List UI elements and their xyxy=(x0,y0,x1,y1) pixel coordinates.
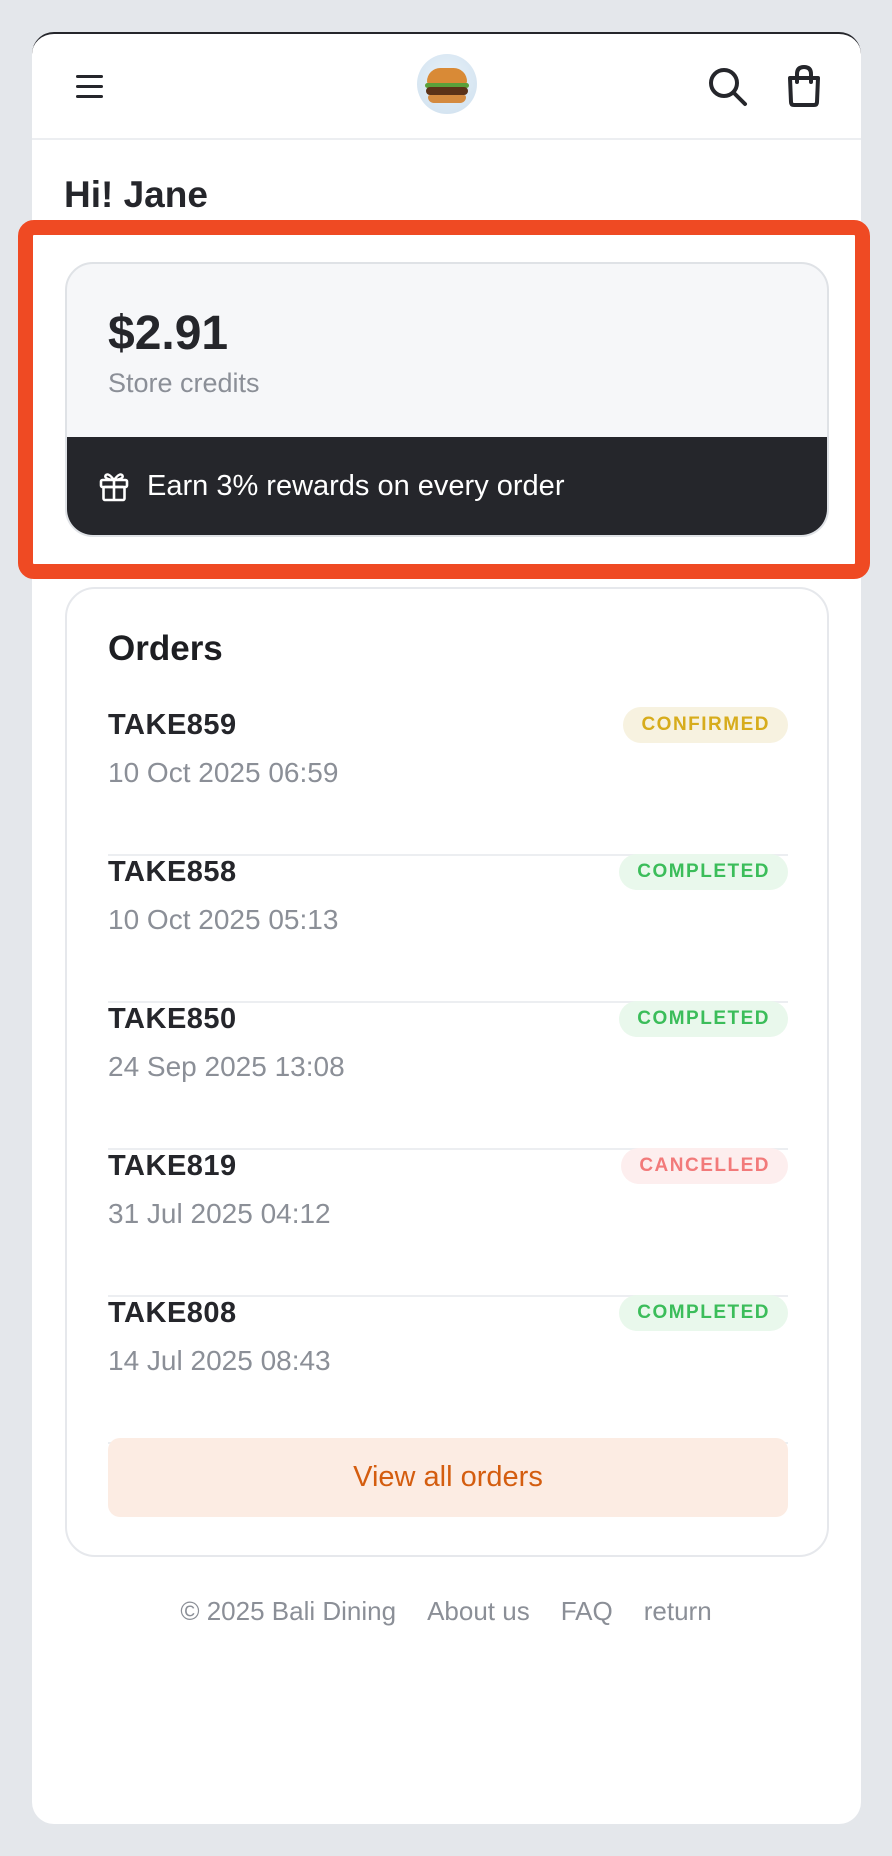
footer-link-about[interactable]: About us xyxy=(427,1596,530,1627)
order-date: 24 Sep 2025 13:08 xyxy=(108,1051,345,1082)
order-row[interactable]: TAKE859 10 Oct 2025 06:59 CONFIRMED xyxy=(108,707,788,856)
order-id: TAKE858 xyxy=(108,856,237,888)
order-id: TAKE850 xyxy=(108,1003,237,1035)
order-row[interactable]: TAKE819 31 Jul 2025 04:12 CANCELLED xyxy=(108,1148,788,1297)
status-badge: COMPLETED xyxy=(619,1001,788,1037)
order-date: 31 Jul 2025 04:12 xyxy=(108,1198,331,1229)
credit-label: Store credits xyxy=(108,368,260,398)
orders-card: Orders TAKE859 10 Oct 2025 06:59 CONFIRM… xyxy=(65,587,829,1557)
view-all-orders-button[interactable]: View all orders xyxy=(108,1438,788,1517)
order-date: 10 Oct 2025 06:59 xyxy=(108,757,339,788)
burger-logo[interactable] xyxy=(417,54,477,114)
status-badge: COMPLETED xyxy=(619,854,788,890)
footer-link-return[interactable]: return xyxy=(644,1596,712,1627)
top-bar xyxy=(32,34,861,140)
shopping-bag-icon[interactable] xyxy=(784,64,824,108)
gift-icon xyxy=(99,473,129,502)
rewards-banner[interactable]: Earn 3% rewards on every order xyxy=(67,437,827,535)
order-id: TAKE859 xyxy=(108,709,237,741)
hamburger-menu-icon[interactable] xyxy=(76,70,108,102)
order-row[interactable]: TAKE858 10 Oct 2025 05:13 COMPLETED xyxy=(108,854,788,1003)
status-badge: CANCELLED xyxy=(621,1148,788,1184)
status-badge: CONFIRMED xyxy=(623,707,788,743)
footer-copyright: © 2025 Bali Dining xyxy=(180,1596,397,1626)
footer: © 2025 Bali Dining About us FAQ return xyxy=(0,1596,892,1627)
credit-amount: $2.91 xyxy=(108,307,229,360)
order-row[interactable]: TAKE850 24 Sep 2025 13:08 COMPLETED xyxy=(108,1001,788,1150)
orders-title: Orders xyxy=(108,629,223,668)
status-badge: COMPLETED xyxy=(619,1295,788,1331)
search-icon[interactable] xyxy=(707,66,749,108)
order-id: TAKE819 xyxy=(108,1150,237,1182)
order-row[interactable]: TAKE808 14 Jul 2025 08:43 COMPLETED xyxy=(108,1295,788,1444)
order-date: 14 Jul 2025 08:43 xyxy=(108,1345,331,1376)
order-date: 10 Oct 2025 05:13 xyxy=(108,904,339,935)
rewards-text: Earn 3% rewards on every order xyxy=(147,469,565,502)
store-credits-card[interactable]: $2.91 Store credits Earn 3% rewards on e… xyxy=(65,262,829,537)
footer-link-faq[interactable]: FAQ xyxy=(561,1596,613,1627)
order-id: TAKE808 xyxy=(108,1297,237,1329)
greeting: Hi! Jane xyxy=(64,174,208,215)
